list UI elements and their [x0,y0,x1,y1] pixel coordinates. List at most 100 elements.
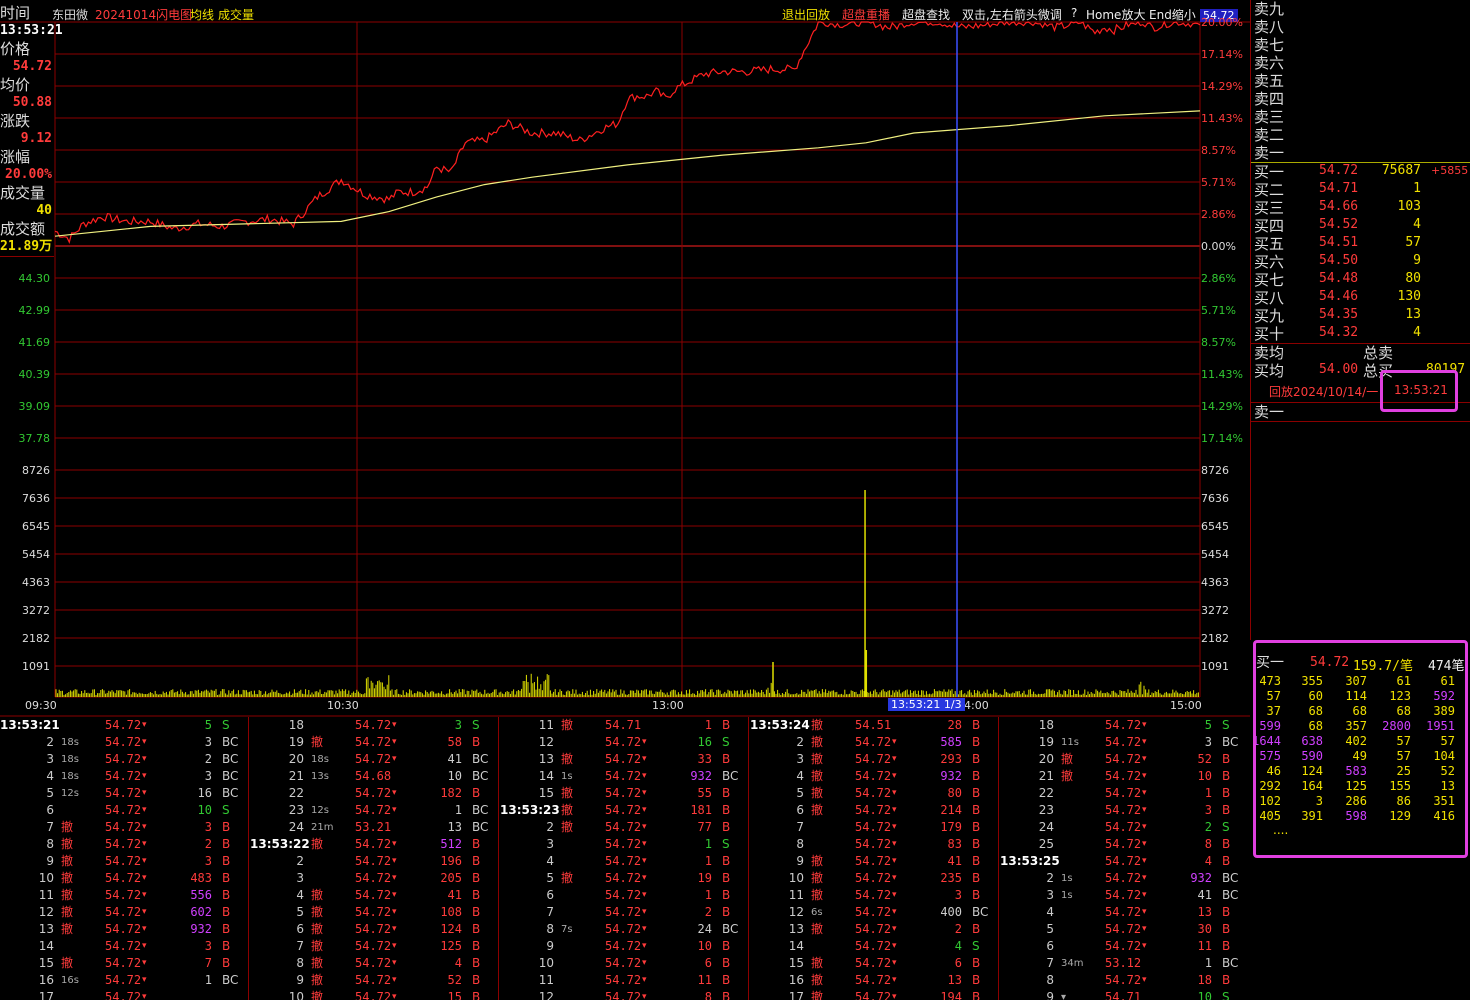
tick-seq: 11 [538,973,554,987]
tick-price: 54.72 [855,786,892,800]
replay-button[interactable]: 超盘重播 [842,6,890,23]
tick-volume: 2 [1204,820,1212,834]
interval-tag: 18s [311,754,329,765]
time-tick-1: 10:30 [327,699,359,712]
tick-side: BC [222,752,239,766]
volume-toggle[interactable]: 成交量 [218,6,254,23]
tick-seq: 7 [1046,956,1054,970]
cancel-tag: 撤 [61,888,74,902]
tick-row: 12 撤 54.72 ▾ 602 B [0,904,248,921]
tick-seq: 3 [46,752,54,766]
cancel-tag: 撤 [811,752,824,766]
tick-price: 54.72 [605,956,642,970]
tick-side: B [472,854,481,868]
tick-volume: 1 [704,837,712,851]
tick-volume: 3 [204,769,212,783]
tick-price: 54.72 [105,922,142,936]
tick-side: BC [1222,956,1239,970]
zoom-out-button[interactable]: End缩小 [1149,6,1196,23]
pct-tick-low-0: 2.86% [1201,272,1236,285]
bid-price-8: 54.35 [1319,307,1359,322]
cancel-tag: 撤 [1061,769,1074,783]
bid-label-2: 买三 [1254,199,1285,217]
tick-seq: 6 [546,888,554,902]
tick-row: 14 54.72 ▾ 4 S [750,938,998,955]
tick-volume: 2 [204,837,212,851]
down-arrow-icon: ▾ [142,805,147,815]
tick-price: 54.72 [105,905,142,919]
tick-seq: 5 [546,871,554,885]
tick-seq: 13 [38,922,54,936]
help-button[interactable]: ? [1071,6,1077,20]
tick-price: 54.72 [605,973,642,987]
tick-seq: 15 [538,786,554,800]
bid-label-5: 买六 [1254,253,1285,271]
down-arrow-icon: ▾ [392,873,397,883]
tick-row: 6 54.72 ▾ 1 B [500,887,748,904]
bid-label-7: 买八 [1254,289,1285,307]
tick-side: B [472,837,481,851]
tick-side: B [1222,837,1231,851]
queue-highlight [1253,640,1468,858]
bid-price-9: 54.32 [1319,325,1359,340]
down-arrow-icon: ▾ [392,975,397,985]
tick-row: 2 18s 54.72 ▾ 3 BC [0,734,248,751]
tick-seq: 4 [546,854,554,868]
tick-row: 7 54.72 ▾ 2 B [500,904,748,921]
tick-side: B [972,735,981,749]
tick-price: 54.72 [1105,803,1142,817]
down-arrow-icon: ▾ [642,822,647,832]
cancel-tag: 撤 [61,922,74,936]
tick-volume: 7 [204,956,212,970]
tick-price: 54.72 [855,990,892,1000]
tick-price: 54.72 [1105,854,1142,868]
interval-tag: 13s [311,771,329,782]
vol-tick-right-7: 1091 [1201,660,1229,673]
tick-seq: 8 [46,837,54,851]
tick-seq: 10 [788,871,804,885]
tick-price: 53.12 [1105,956,1142,970]
tick-volume: 1 [454,803,462,817]
tick-price: 54.72 [855,939,892,953]
tick-price: 54.72 [105,871,142,885]
down-arrow-icon: ▾ [1142,754,1147,764]
tick-row: 18 54.72 ▾ 5 S [1000,717,1250,734]
down-arrow-icon: ▾ [392,924,397,934]
avg-buy-value: 54.00 [1319,362,1359,377]
avg-line-toggle[interactable]: 均线 [190,6,214,23]
tick-volume: 58 [447,735,462,749]
tick-side: BC [722,769,739,783]
cancel-tag: 撤 [811,956,824,970]
replay-date[interactable]: 回放2024/10/14/一 [1269,383,1378,400]
intraday-chart[interactable] [0,0,1250,717]
stock-name: 东田微 [52,8,89,22]
tick-side: B [972,990,981,1000]
tick-seq: 14 [788,939,804,953]
tick-price: 54.72 [105,769,142,783]
tick-row: 9 ▾ 54.71 10 S [1000,989,1250,1000]
tick-volume: 2 [204,752,212,766]
tick-seq: 19 [288,735,304,749]
exit-replay-button[interactable]: 退出回放 [782,6,830,23]
tick-row: 10 撤 54.72 ▾ 483 B [0,870,248,887]
tick-seq: 2 [46,735,54,749]
tick-volume: 33 [697,752,712,766]
cancel-tag: 撤 [311,973,324,987]
tick-volume: 214 [940,803,962,817]
tick-side: B [222,837,231,851]
zoom-in-button[interactable]: Home放大 [1086,6,1145,23]
tick-volume: 2 [704,905,712,919]
tick-volume: 932 [190,922,212,936]
vol-tick-right-2: 6545 [1201,520,1229,533]
tick-price: 54.72 [105,752,142,766]
find-button[interactable]: 超盘查找 [902,6,950,23]
tick-price: 54.72 [1105,888,1142,902]
pct-tick-up-7: 0.00% [1201,240,1236,253]
info-label-3: 涨跌 [0,112,31,130]
down-arrow-icon: ▾ [1142,890,1147,900]
tick-volume: 556 [190,888,212,902]
tick-side: BC [1222,735,1239,749]
tick-price: 54.72 [1105,786,1142,800]
tick-column-1: 13:53:21 54.72 ▾ 5 S 2 18s 54.72 ▾ 3 BC 3 18s 54.72 ▾ 2… [0,717,249,1000]
bid-label-0: 买一 [1254,163,1285,181]
